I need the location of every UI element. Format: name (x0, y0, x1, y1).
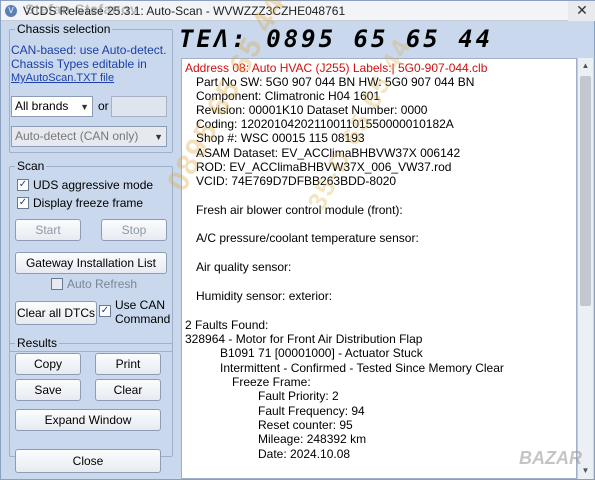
auto-refresh-label: Auto Refresh (67, 277, 138, 291)
close-button[interactable]: Close (15, 449, 161, 473)
myautoscan-link[interactable]: MyAutoScan.TXT file (11, 72, 114, 84)
results-group-label: Results (15, 336, 60, 350)
freeze-frame-row: Fault Priority: 2 (258, 389, 339, 403)
freeze-frame-label: Display freeze frame (33, 196, 144, 210)
print-button[interactable]: Print (95, 353, 161, 375)
start-button[interactable]: Start (15, 219, 81, 241)
chassis-group-label: Chassis selection (15, 22, 113, 36)
freeze-frame-row: Mileage: 248392 km (258, 432, 367, 446)
report-text-area[interactable]: Address 08: Auto HVAC (J255) Labels:| 5G… (181, 58, 577, 479)
report-scrollbar[interactable]: ▲ ▼ (577, 58, 593, 479)
sensor-line: Humidity sensor: exterior: (196, 289, 333, 303)
chevron-down-icon: ▼ (80, 102, 89, 112)
chassis-info-text: CAN-based: use Auto-detect. Chassis Type… (11, 43, 167, 71)
fault-detail-line: B1091 71 [00001000] - Actuator Stuck (220, 346, 423, 360)
brand-select[interactable]: All brands ▼ (11, 96, 93, 117)
or-label: or (98, 99, 109, 113)
chassis-code-input[interactable] (111, 96, 167, 117)
check-icon: ✓ (17, 179, 29, 191)
close-window-icon[interactable]: ✕ (568, 1, 595, 21)
check-icon: ✓ (99, 305, 111, 317)
freeze-frame-row: Date: 2024.10.08 (258, 447, 351, 461)
fault-code-line: 328964 - Motor for Front Air Distributio… (185, 332, 423, 346)
copy-button[interactable]: Copy (15, 353, 81, 375)
auto-refresh-checkbox[interactable]: Auto Refresh (51, 277, 137, 291)
freeze-frame-checkbox[interactable]: ✓ Display freeze frame (17, 196, 143, 210)
clear-button[interactable]: Clear (95, 379, 161, 401)
report-line: Coding: 1202010420211001101550000010182A (196, 117, 454, 131)
gateway-installation-list-button[interactable]: Gateway Installation List (15, 252, 167, 274)
use-can-command-label: Use CAN Command (115, 298, 171, 326)
left-panel: Chassis selection CAN-based: use Auto-de… (9, 21, 177, 479)
freeze-frame-row: Fault Frequency: 94 (258, 404, 365, 418)
save-button[interactable]: Save (15, 379, 81, 401)
detect-select-value: Auto-detect (CAN only) (15, 129, 139, 143)
bazar-watermark-logo: BAZAR (519, 448, 582, 468)
sensor-line: Air quality sensor: (196, 260, 292, 274)
brand-select-value: All brands (15, 99, 69, 113)
scroll-up-icon[interactable]: ▲ (578, 58, 593, 74)
report-line: VCID: 74E769D7DFBB263BDD-8020 (196, 174, 397, 188)
sensor-line: A/C pressure/coolant temperature sensor: (196, 231, 419, 245)
main-window: V VCDS Release 25.3.1: Auto-Scan - WVWZZ… (0, 0, 595, 480)
scroll-thumb[interactable] (580, 76, 591, 306)
detect-select[interactable]: Auto-detect (CAN only) ▼ (11, 126, 167, 147)
watermark-name: Stefan Stefanov (25, 1, 139, 17)
fault-status-line: Intermittent - Confirmed - Tested Since … (220, 361, 504, 375)
scan-group-label: Scan (15, 159, 47, 173)
freeze-frame-heading: Freeze Frame: (232, 375, 311, 389)
uds-aggressive-checkbox[interactable]: ✓ UDS aggressive mode (17, 178, 153, 192)
checkbox-empty-icon (51, 278, 63, 290)
stop-button[interactable]: Stop (101, 219, 167, 241)
chevron-down-icon: ▼ (154, 132, 163, 142)
clear-all-dtcs-button[interactable]: Clear all DTCs (15, 301, 97, 325)
expand-window-button[interactable]: Expand Window (15, 409, 161, 431)
faults-header: 2 Faults Found: (185, 318, 269, 332)
uds-aggressive-label: UDS aggressive mode (33, 178, 154, 192)
app-icon: V (5, 5, 17, 17)
freeze-frame-row: Reset counter: 95 (258, 418, 353, 432)
check-icon: ✓ (17, 197, 29, 209)
sensor-line: Fresh air blower control module (front): (196, 203, 403, 217)
use-can-command-checkbox[interactable]: ✓ Use CAN Command (99, 298, 175, 326)
